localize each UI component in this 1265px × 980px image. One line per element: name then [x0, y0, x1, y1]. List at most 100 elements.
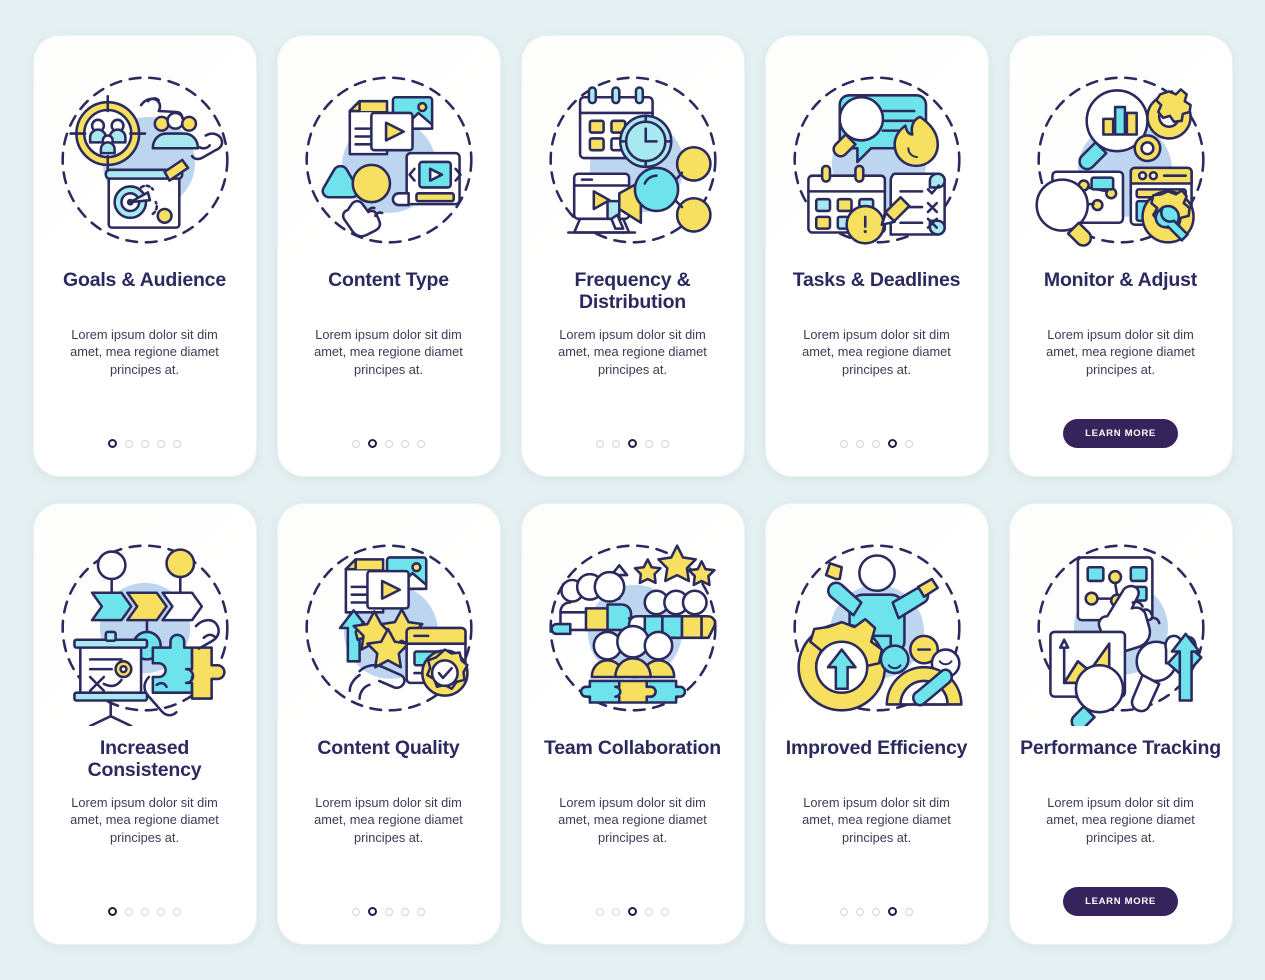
pagination-dot-2[interactable] — [125, 907, 133, 916]
card-description: Lorem ipsum dolor sit dim amet, mea regi… — [802, 327, 951, 377]
pagination-dot-4[interactable] — [401, 907, 409, 916]
card-footer — [766, 439, 988, 448]
card-footer — [522, 907, 744, 916]
pagination-dot-3[interactable] — [872, 439, 880, 448]
pagination-dot-4[interactable] — [157, 907, 165, 916]
card-footer — [766, 907, 988, 916]
onboarding-card-increased-consistency: Increased Consistency Lorem ipsum dolor s… — [33, 504, 256, 944]
pagination-dot-5[interactable] — [417, 907, 425, 916]
pagination-dot-2[interactable] — [856, 439, 864, 448]
learn-more-button[interactable]: LEARN MORE — [1063, 887, 1178, 916]
card-description: Lorem ipsum dolor sit dim amet, mea regi… — [802, 795, 951, 845]
onboarding-card-team-collaboration: Team Collaboration Lorem ipsum dolor sit … — [521, 504, 744, 944]
pagination-dot-1[interactable] — [596, 907, 604, 916]
pagination-dot-5[interactable] — [173, 907, 181, 916]
onboarding-card-frequency-distribution: Frequency & Distribution Lorem ipsum dolo… — [521, 36, 744, 476]
pagination-dot-4[interactable] — [645, 439, 653, 448]
card-description: Lorem ipsum dolor sit dim amet, mea regi… — [1046, 327, 1195, 377]
pagination-dot-4-active[interactable] — [888, 907, 897, 916]
card-title: Goals & Audience — [63, 269, 226, 291]
analytics-gear-icon — [1023, 62, 1219, 258]
pagination-dot-1[interactable] — [596, 439, 604, 448]
card-title: Monitor & Adjust — [1043, 269, 1198, 291]
card-footer — [278, 907, 500, 916]
card-description: Lorem ipsum dolor sit dim amet, mea regi… — [558, 327, 707, 377]
card-title: Improved Efficiency — [785, 737, 968, 759]
card-footer — [522, 439, 744, 448]
pagination-dot-3-active[interactable] — [628, 439, 637, 448]
pagination-dot-2-active[interactable] — [368, 439, 377, 448]
pagination-dot-3[interactable] — [141, 907, 149, 916]
card-footer: LEARN MORE — [1010, 887, 1232, 916]
pagination-dot-1[interactable] — [840, 907, 848, 916]
pagination-dot-4-active[interactable] — [888, 439, 897, 448]
pagination-dot-2[interactable] — [612, 907, 620, 916]
card-title: Tasks & Deadlines — [792, 269, 961, 291]
calendar-clock-broadcast-icon — [535, 62, 731, 258]
pagination-dots — [840, 439, 913, 448]
onboarding-card-goals-audience: Goals & Audience Lorem ipsum dolor sit di… — [33, 36, 256, 476]
pagination-dot-1[interactable] — [352, 907, 360, 916]
pagination-dots — [352, 907, 425, 916]
learn-more-button[interactable]: LEARN MORE — [1063, 419, 1178, 448]
card-footer — [34, 439, 256, 448]
card-title: Team Collaboration — [544, 737, 721, 759]
stars-badge-icon — [291, 530, 487, 726]
pagination-dot-2[interactable] — [125, 439, 133, 448]
card-description: Lorem ipsum dolor sit dim amet, mea regi… — [558, 795, 707, 845]
gear-gauge-person-icon — [779, 530, 975, 726]
card-footer — [278, 439, 500, 448]
calendar-checklist-icon — [779, 62, 975, 258]
card-description: Lorem ipsum dolor sit dim amet, mea regi… — [314, 327, 463, 377]
pagination-dot-3[interactable] — [141, 439, 149, 448]
card-title: Performance Tracking — [1020, 737, 1221, 759]
onboarding-card-content-type: Content Type Lorem ipsum dolor sit dim am… — [277, 36, 500, 476]
pagination-dots — [108, 439, 181, 448]
whiteboard-puzzle-icon — [47, 530, 243, 726]
chart-magnifier-arrow-icon — [1023, 530, 1219, 726]
pagination-dot-3[interactable] — [385, 439, 393, 448]
card-title: Frequency & Distribution — [574, 269, 691, 313]
pagination-dot-1[interactable] — [352, 439, 360, 448]
card-description: Lorem ipsum dolor sit dim amet, mea regi… — [314, 795, 463, 845]
pagination-dot-3[interactable] — [872, 907, 880, 916]
pagination-dot-5[interactable] — [905, 439, 913, 448]
card-description: Lorem ipsum dolor sit dim amet, mea regi… — [1046, 795, 1195, 845]
pagination-dot-2[interactable] — [856, 907, 864, 916]
card-title: Increased Consistency — [87, 737, 202, 781]
pagination-dots — [840, 907, 913, 916]
card-description: Lorem ipsum dolor sit dim amet, mea regi… — [70, 327, 219, 377]
target-audience-icon — [47, 62, 243, 258]
pagination-dot-4[interactable] — [401, 439, 409, 448]
pagination-dot-5[interactable] — [661, 907, 669, 916]
pagination-dot-4[interactable] — [645, 907, 653, 916]
pagination-dot-5[interactable] — [661, 439, 669, 448]
pagination-dots — [596, 439, 669, 448]
pagination-dot-2-active[interactable] — [368, 907, 377, 916]
pagination-dot-1-active[interactable] — [108, 907, 117, 916]
pagination-dot-5[interactable] — [905, 907, 913, 916]
team-people-stars-icon — [535, 530, 731, 726]
onboarding-card-content-quality: Content Quality Lorem ipsum dolor sit dim… — [277, 504, 500, 944]
media-content-icon — [291, 62, 487, 258]
card-description: Lorem ipsum dolor sit dim amet, mea regi… — [70, 795, 219, 845]
pagination-dot-3-active[interactable] — [628, 907, 637, 916]
onboarding-card-performance-tracking: Performance Tracking Lorem ipsum dolor si… — [1009, 504, 1232, 944]
pagination-dot-1[interactable] — [840, 439, 848, 448]
onboarding-screens-board: Goals & Audience Lorem ipsum dolor sit di… — [0, 0, 1265, 980]
onboarding-card-monitor-adjust: Monitor & Adjust Lorem ipsum dolor sit di… — [1009, 36, 1232, 476]
pagination-dots — [352, 439, 425, 448]
card-title: Content Quality — [317, 737, 460, 759]
pagination-dot-4[interactable] — [157, 439, 165, 448]
pagination-dots — [108, 907, 181, 916]
card-title: Content Type — [328, 269, 449, 291]
pagination-dot-5[interactable] — [417, 439, 425, 448]
pagination-dots — [596, 907, 669, 916]
pagination-dot-5[interactable] — [173, 439, 181, 448]
card-footer: LEARN MORE — [1010, 419, 1232, 448]
pagination-dot-3[interactable] — [385, 907, 393, 916]
pagination-dot-1-active[interactable] — [108, 439, 117, 448]
card-footer — [34, 907, 256, 916]
onboarding-card-tasks-deadlines: Tasks & Deadlines Lorem ipsum dolor sit d… — [765, 36, 988, 476]
pagination-dot-2[interactable] — [612, 439, 620, 448]
